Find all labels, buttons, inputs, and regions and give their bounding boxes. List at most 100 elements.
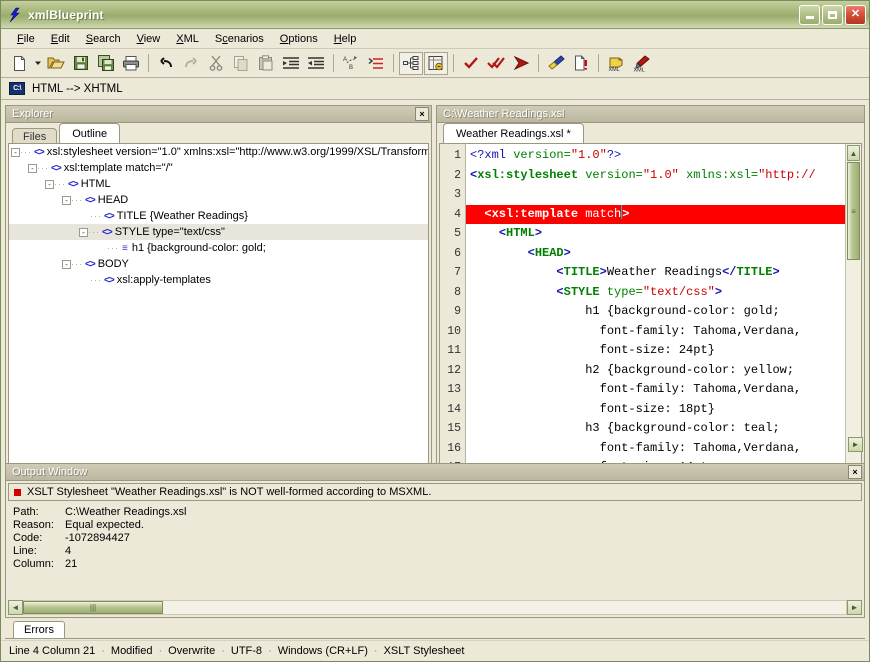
menu-view-rest: iew xyxy=(143,32,161,45)
menu-options[interactable]: Options xyxy=(272,31,326,47)
tree-connector: ··· xyxy=(90,275,102,285)
output-close-button[interactable]: × xyxy=(848,465,862,479)
tree-node[interactable]: - ··· <> HEAD xyxy=(9,192,428,208)
tree-connector: ··· xyxy=(90,211,102,221)
output-hscroll-track[interactable]: ||| xyxy=(23,600,847,615)
indent-icon[interactable] xyxy=(279,52,303,75)
tree-connector: ··· xyxy=(71,195,83,205)
save-all-icon[interactable] xyxy=(94,52,118,75)
print-icon[interactable] xyxy=(119,52,143,75)
tab-outline[interactable]: Outline xyxy=(59,123,121,143)
tree-collapse-toggle-icon[interactable]: - xyxy=(79,227,88,237)
tree-node[interactable]: - ··· <> xsl:template match="/" xyxy=(9,160,428,176)
explorer-close-button[interactable]: × xyxy=(415,107,429,121)
grid-view-icon[interactable] xyxy=(424,51,448,75)
code-line[interactable]: font-size: 18pt} xyxy=(466,400,861,420)
output-body: XSLT Stylesheet "Weather Readings.xsl" i… xyxy=(5,481,865,618)
toolbar-separator-3 xyxy=(393,54,394,72)
paste-icon[interactable] xyxy=(254,52,278,75)
tree-collapse-toggle-icon[interactable]: - xyxy=(45,179,54,189)
tree-view-icon[interactable] xyxy=(399,51,423,75)
menu-search[interactable]: Search xyxy=(78,31,129,47)
tree-collapse-toggle-icon[interactable]: - xyxy=(11,147,20,157)
vscroll-thumb[interactable]: ≡ xyxy=(847,162,860,260)
menu-edit[interactable]: Edit xyxy=(43,31,78,47)
window-controls: ✕ xyxy=(799,4,866,25)
tree-collapse-toggle-icon[interactable]: - xyxy=(62,259,71,269)
code-token-name: xsl:stylesheet xyxy=(477,167,579,182)
code-token-tag: > xyxy=(714,284,723,299)
document-error-icon[interactable] xyxy=(569,52,593,75)
close-button[interactable]: ✕ xyxy=(845,4,866,25)
code-token-txt: font-family: Tahoma,Verdana, xyxy=(470,382,802,396)
tree-collapse-toggle-icon[interactable]: - xyxy=(28,163,37,173)
format-lines-icon[interactable] xyxy=(364,52,388,75)
menu-file[interactable]: File xyxy=(9,31,43,47)
line-number: 13 xyxy=(447,383,461,396)
code-line[interactable]: font-family: Tahoma,Verdana, xyxy=(466,380,861,400)
scroll-up-button[interactable]: ▲ xyxy=(847,145,860,161)
code-line-error-highlighted[interactable]: <xsl:template match> xyxy=(466,204,861,224)
undo-icon[interactable] xyxy=(154,52,178,75)
minimize-button[interactable] xyxy=(799,4,820,25)
menu-scenarios[interactable]: Scenarios xyxy=(207,31,272,47)
code-line[interactable]: h1 {background-color: gold; xyxy=(466,302,861,322)
tree-node[interactable]: - ··· <> STYLE type="text/css" xyxy=(9,224,428,240)
code-token-val: "1.0" xyxy=(642,167,679,182)
outdent-icon[interactable] xyxy=(304,52,328,75)
sort-az-icon[interactable]: AB xyxy=(339,52,363,75)
output-details: Path: C:\Weather Readings.xsl Reason: Equal… xyxy=(8,502,862,600)
xml-box-icon[interactable]: XML xyxy=(604,52,628,75)
tree-node[interactable]: ··· <> xsl:apply-templates xyxy=(9,272,428,288)
code-line[interactable]: <STYLE type="text/css"> xyxy=(466,283,861,303)
open-folder-icon[interactable] xyxy=(44,52,68,75)
tab-weather-readings-xsl[interactable]: Weather Readings.xsl * xyxy=(443,123,584,143)
code-line[interactable]: <xsl:stylesheet version="1.0" xmlns:xsl=… xyxy=(466,166,861,186)
code-line[interactable]: <HEAD> xyxy=(466,244,861,264)
cut-icon[interactable] xyxy=(204,52,228,75)
xml-pen-icon[interactable]: XML xyxy=(629,52,653,75)
editor-header: C:\Weather Readings.xsl xyxy=(436,105,865,123)
tree-node[interactable]: - ··· <> xsl:stylesheet version="1.0" xmlns… xyxy=(9,144,428,160)
output-scroll-right-button[interactable]: ► xyxy=(847,600,862,615)
tree-collapse-toggle-icon[interactable]: - xyxy=(62,195,71,205)
code-line[interactable]: h2 {background-color: yellow; xyxy=(466,361,861,381)
code-line[interactable] xyxy=(466,185,861,205)
code-token-tag: > xyxy=(772,265,780,279)
code-line[interactable]: <HTML> xyxy=(466,224,861,244)
editor-scroll-right-button[interactable]: ► xyxy=(848,437,863,452)
code-line[interactable]: h3 {background-color: teal; xyxy=(466,419,861,439)
menu-help[interactable]: Help xyxy=(326,31,365,47)
output-detail-key: Reason: xyxy=(13,519,54,531)
save-icon[interactable] xyxy=(69,52,93,75)
tree-node[interactable]: ··· <> TITLE {Weather Readings} xyxy=(9,208,428,224)
new-file-icon[interactable] xyxy=(7,52,31,75)
code-line[interactable]: <TITLE>Weather Readings</TITLE> xyxy=(466,263,861,283)
tree-node[interactable]: ··· ≡ h1 {background-color: gold; xyxy=(9,240,428,256)
code-line[interactable]: font-family: Tahoma,Verdana, xyxy=(466,322,861,342)
maximize-button[interactable] xyxy=(822,4,843,25)
line-number: 12 xyxy=(447,363,461,377)
output-horizontal-scrollbar[interactable]: ◄ ||| ► xyxy=(8,600,862,615)
code-line[interactable]: font-family: Tahoma,Verdana, xyxy=(466,439,861,459)
menu-view[interactable]: View xyxy=(129,31,169,47)
copy-icon[interactable] xyxy=(229,52,253,75)
redo-icon[interactable] xyxy=(179,52,203,75)
code-line[interactable]: <?xml version="1.0"?> xyxy=(466,146,861,166)
tree-node[interactable]: - ··· <> BODY xyxy=(9,256,428,272)
tree-node-label: BODY xyxy=(97,258,129,270)
check-double-icon[interactable] xyxy=(484,52,508,75)
output-hscroll-thumb[interactable]: ||| xyxy=(23,601,163,614)
code-token-txt: h2 {background-color: yellow; xyxy=(470,362,795,377)
check-single-icon[interactable] xyxy=(459,52,483,75)
new-file-dropdown-icon[interactable] xyxy=(32,52,43,75)
toolbar-separator-2 xyxy=(333,54,334,72)
status-separator: · xyxy=(268,645,272,657)
menu-xml[interactable]: XML xyxy=(168,31,207,47)
output-scroll-left-button[interactable]: ◄ xyxy=(8,600,23,615)
highlighter-icon[interactable] xyxy=(544,52,568,75)
code-line[interactable]: font-size: 24pt} xyxy=(466,341,861,361)
run-transform-icon[interactable] xyxy=(509,52,533,75)
tab-errors[interactable]: Errors xyxy=(13,621,65,638)
tree-node[interactable]: - ··· <> HTML xyxy=(9,176,428,192)
